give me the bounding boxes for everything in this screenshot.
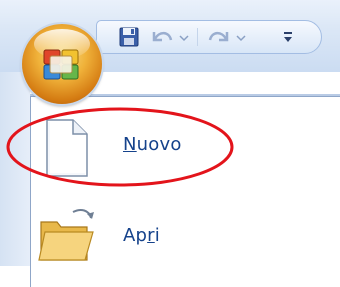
office-button-icon bbox=[43, 49, 79, 80]
customize-qat-icon bbox=[284, 32, 292, 42]
customize-qat-button[interactable] bbox=[280, 26, 296, 48]
redo-button[interactable] bbox=[207, 26, 251, 48]
undo-button[interactable] bbox=[149, 26, 191, 48]
undo-icon bbox=[152, 31, 189, 42]
menu-item-open-label: Apri bbox=[123, 225, 160, 246]
menu-item-open[interactable]: Apri bbox=[31, 200, 331, 270]
save-button[interactable] bbox=[117, 26, 141, 48]
qat-separator bbox=[197, 28, 198, 46]
office-button[interactable] bbox=[22, 24, 102, 104]
open-folder-icon bbox=[38, 209, 94, 261]
save-icon bbox=[119, 27, 139, 47]
quick-access-toolbar bbox=[96, 20, 322, 54]
highlight-ellipse-annotation bbox=[6, 107, 234, 187]
redo-icon bbox=[208, 31, 246, 42]
